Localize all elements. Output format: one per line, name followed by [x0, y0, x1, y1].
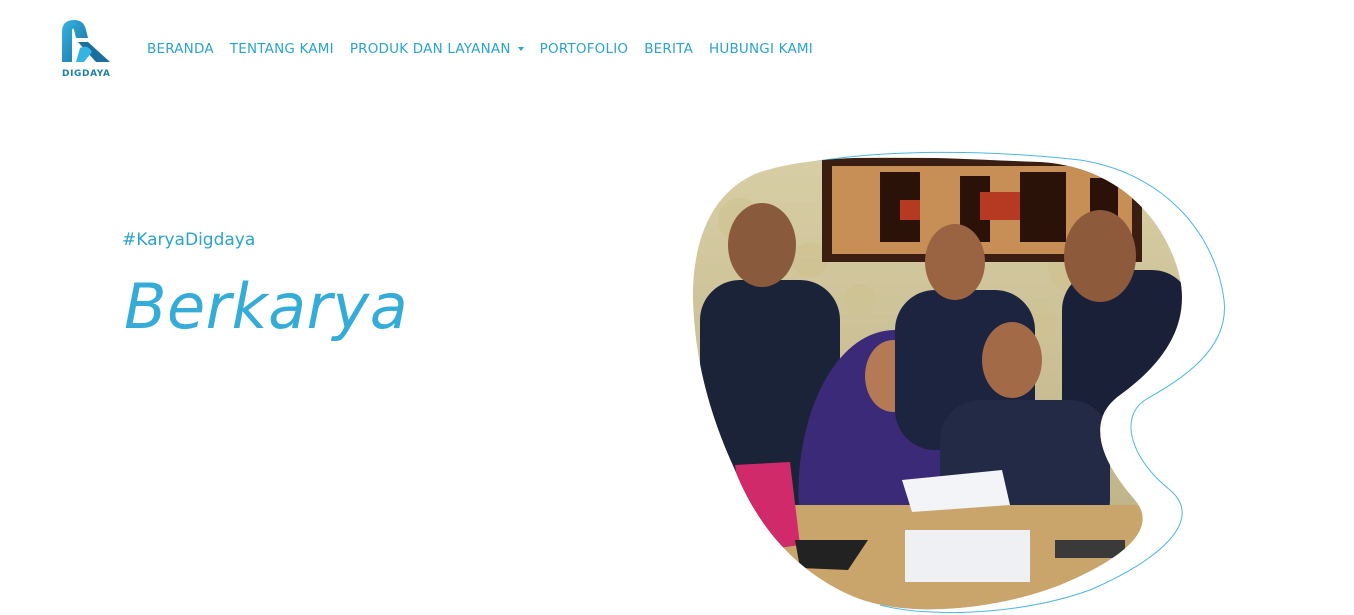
digdaya-logo[interactable]: DIGDAYA	[58, 18, 114, 82]
nav-tentang-kami[interactable]: TENTANG KAMI	[230, 41, 334, 57]
nav-produk-dan-layanan[interactable]: PRODUK DAN LAYANAN	[350, 41, 524, 57]
hero-hashtag: #KaryaDigdaya	[122, 230, 256, 250]
hero-headline: Berkarya	[124, 270, 409, 343]
nav-produk-label: PRODUK DAN LAYANAN	[349, 41, 511, 57]
brand-name: DIGDAYA	[62, 69, 111, 79]
blob-outline	[794, 151, 1225, 614]
nav-tentang-kami-label: TENTANG KAMI	[229, 41, 334, 57]
nav-berita-label: BERITA	[644, 41, 694, 57]
digdaya-logo-icon	[62, 20, 110, 62]
main-nav: BERANDA TENTANG KAMI PRODUK DAN LAYANAN …	[147, 41, 829, 57]
nav-beranda[interactable]: BERANDA	[147, 41, 214, 57]
nav-beranda-label: BERANDA	[147, 41, 214, 57]
nav-portofolio-label: PORTOFOLIO	[539, 41, 629, 57]
nav-hubungi-label: HUBUNGI KAMI	[709, 41, 813, 57]
caret-down-icon	[517, 47, 524, 51]
nav-hubungi-kami[interactable]: HUBUNGI KAMI	[709, 41, 813, 57]
nav-portofolio[interactable]: PORTOFOLIO	[540, 41, 629, 57]
nav-berita[interactable]: BERITA	[644, 41, 693, 57]
